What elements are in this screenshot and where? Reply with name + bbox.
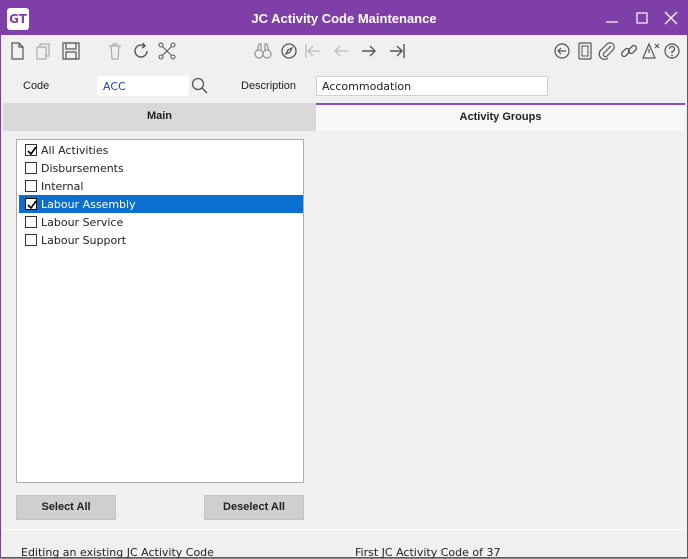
deselect-all-button[interactable]: Deselect All xyxy=(204,495,304,520)
checkbox[interactable] xyxy=(25,216,37,228)
list-item-label: Disbursements xyxy=(41,162,124,175)
first-record-button[interactable] xyxy=(303,41,323,61)
binoculars-icon xyxy=(254,43,272,59)
network-icon xyxy=(158,42,176,60)
help-icon xyxy=(664,43,680,59)
description-label: Description xyxy=(241,80,297,92)
browse-button[interactable] xyxy=(279,41,299,61)
alert-icon xyxy=(642,42,660,59)
activity-group-list[interactable]: All Activities Disbursements Internal La… xyxy=(16,139,304,483)
previous-record-button[interactable] xyxy=(331,41,351,61)
title-bar[interactable]: GT JC Activity Code Maintenance xyxy=(1,1,687,35)
close-button[interactable] xyxy=(661,9,681,27)
activity-groups-panel: All Activities Disbursements Internal La… xyxy=(3,131,685,529)
tab-activity-groups[interactable]: Activity Groups xyxy=(316,103,685,131)
last-record-button[interactable] xyxy=(387,41,407,61)
list-item[interactable]: Labour Service xyxy=(19,213,303,231)
copy-icon xyxy=(36,43,50,60)
link-icon xyxy=(620,44,638,58)
description-input[interactable]: Accommodation xyxy=(316,76,548,96)
code-input[interactable]: ACC xyxy=(97,76,189,96)
main-window: GT JC Activity Code Maintenance Code ACC… xyxy=(0,0,688,559)
minimize-icon xyxy=(606,21,618,23)
list-item-label: Labour Support xyxy=(41,234,127,247)
minimize-button[interactable] xyxy=(602,9,622,27)
checkbox[interactable] xyxy=(25,234,37,246)
find-button[interactable] xyxy=(253,41,273,61)
maximize-icon xyxy=(636,12,648,24)
refresh-button[interactable] xyxy=(131,41,151,61)
help-button[interactable] xyxy=(662,41,682,61)
close-icon xyxy=(664,11,678,25)
last-icon xyxy=(390,44,405,58)
copy-button[interactable] xyxy=(33,41,53,61)
status-message: Editing an existing JC Activity Code xyxy=(21,546,214,559)
delete-button[interactable] xyxy=(105,41,125,61)
search-icon xyxy=(191,77,208,94)
network-button[interactable] xyxy=(157,41,177,61)
list-item[interactable]: Disbursements xyxy=(19,159,303,177)
code-label: Code xyxy=(23,80,50,92)
save-button[interactable] xyxy=(61,41,81,61)
save-icon xyxy=(62,42,80,60)
list-item-label: Labour Service xyxy=(41,216,124,229)
code-lookup-button[interactable] xyxy=(190,76,210,96)
notes-icon xyxy=(578,42,592,60)
list-item-selected[interactable]: Labour Assembly xyxy=(19,195,303,213)
list-item[interactable]: Internal xyxy=(19,177,303,195)
next-icon xyxy=(362,45,376,57)
list-item-label: Labour Assembly xyxy=(41,198,136,211)
checkmark-icon xyxy=(27,146,37,156)
attach-button[interactable] xyxy=(597,41,617,61)
select-all-button[interactable]: Select All xyxy=(16,495,116,520)
status-bar: Editing an existing JC Activity Code Fir… xyxy=(1,529,687,559)
list-item[interactable]: Labour Support xyxy=(19,231,303,249)
delete-icon xyxy=(109,43,121,60)
checkmark-icon xyxy=(27,200,37,210)
record-position: First JC Activity Code of 37 xyxy=(355,546,501,559)
first-icon xyxy=(305,44,320,58)
checkbox[interactable] xyxy=(25,162,37,174)
alert-button[interactable] xyxy=(641,41,661,61)
next-record-button[interactable] xyxy=(359,41,379,61)
checkbox[interactable] xyxy=(25,198,37,210)
list-item-label: Internal xyxy=(41,180,84,193)
refresh-icon xyxy=(134,42,148,58)
list-item[interactable]: All Activities xyxy=(19,141,303,159)
compass-icon xyxy=(281,43,297,59)
previous-icon xyxy=(334,45,348,57)
checkbox[interactable] xyxy=(25,180,37,192)
notes-button[interactable] xyxy=(575,41,595,61)
window-title: JC Activity Code Maintenance xyxy=(251,11,437,26)
tab-main[interactable]: Main xyxy=(3,103,316,131)
list-item-label: All Activities xyxy=(41,144,109,157)
new-button[interactable] xyxy=(7,41,27,61)
attachment-icon xyxy=(598,42,615,60)
tab-strip: Main Activity Groups xyxy=(3,103,685,131)
maximize-button[interactable] xyxy=(632,9,652,27)
header-fields: Code ACC Description Accommodation xyxy=(1,69,687,103)
link-button[interactable] xyxy=(619,41,639,61)
back-circle-icon xyxy=(554,43,570,59)
checkbox[interactable] xyxy=(25,144,37,156)
new-icon xyxy=(11,42,24,60)
toolbar xyxy=(1,35,687,69)
back-button[interactable] xyxy=(552,41,572,61)
